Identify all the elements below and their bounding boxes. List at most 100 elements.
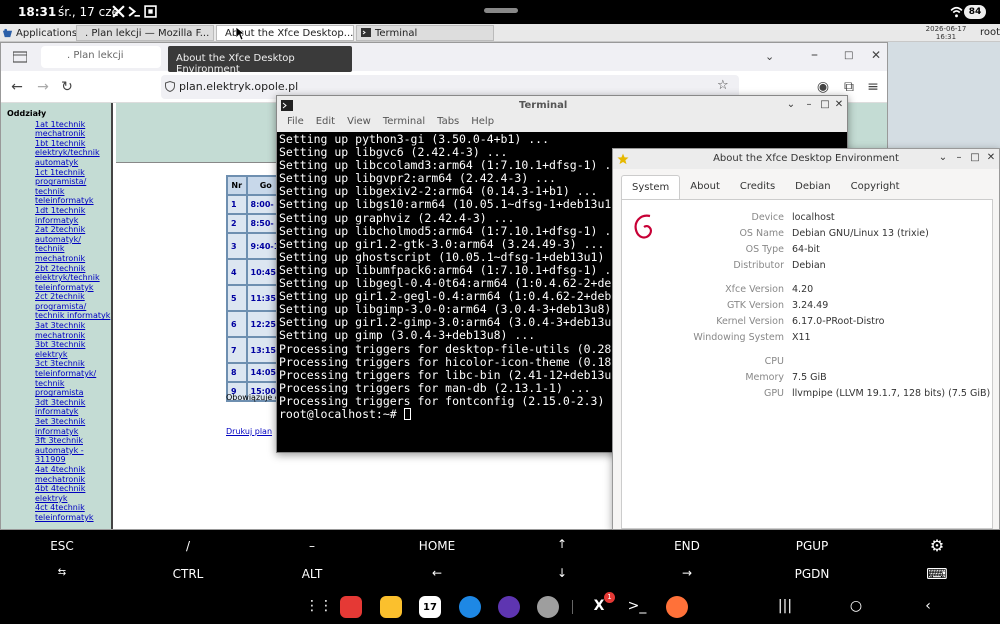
class-link[interactable]: 3dt 3technik informatyk (7, 398, 111, 417)
key-up-icon[interactable]: ↑ (557, 537, 567, 551)
class-link[interactable]: 3et 3technik informatyk (7, 417, 111, 436)
key-slash[interactable]: / (186, 539, 190, 553)
class-link[interactable]: 2bt 2technik elektryk/technik teleinform… (7, 264, 111, 293)
tab-copyright[interactable]: Copyright (841, 175, 910, 199)
back-button-icon[interactable]: ‹ (918, 598, 938, 614)
menu-tabs[interactable]: Tabs (437, 116, 459, 132)
terminal-close-icon[interactable]: ✕ (833, 99, 845, 111)
terminal-cursor (403, 407, 411, 420)
close-icon[interactable]: ✕ (871, 48, 881, 62)
key-alt[interactable]: ALT (302, 567, 323, 581)
key-tab-icon[interactable]: ⇆ (58, 567, 66, 578)
termux-app-icon[interactable]: >_ (627, 598, 647, 614)
tab-about[interactable]: About (680, 175, 730, 199)
about-close-icon[interactable]: ✕ (985, 152, 997, 164)
class-link[interactable]: 1bt 1technik elektryk/technik automatyk (7, 139, 111, 168)
back-icon[interactable]: ← (7, 77, 27, 97)
applications-label: Applications (16, 27, 78, 39)
messages-app-icon[interactable] (459, 596, 481, 618)
tab-overflow-icon[interactable]: ⌄ (765, 50, 774, 63)
key-left-icon[interactable]: ← (432, 566, 442, 580)
menu-terminal[interactable]: Terminal (383, 116, 425, 132)
class-link[interactable]: 1ct 1technik programista/ technik telein… (7, 168, 111, 206)
key-end[interactable]: END (674, 539, 700, 553)
task-firefox[interactable]: . Plan lekcji — Mozilla F... (76, 25, 214, 41)
class-link[interactable]: 4bt 4technik elektryk (7, 484, 111, 503)
print-plan-link[interactable]: Drukuj plan (226, 427, 272, 436)
tab-debian[interactable]: Debian (785, 175, 840, 199)
home-button-icon[interactable]: ○ (846, 598, 866, 614)
browser-app-icon[interactable] (498, 596, 520, 618)
menu-icon[interactable]: ≡ (863, 77, 883, 97)
task-label: . Plan lekcji — Mozilla F... (85, 27, 210, 39)
forward-icon[interactable]: → (33, 77, 53, 97)
files-app-icon[interactable] (380, 596, 402, 618)
key-home[interactable]: HOME (419, 539, 455, 553)
class-link[interactable]: 2ct 2technik programista/ technik inform… (7, 292, 111, 321)
tab-list-icon[interactable] (13, 51, 27, 63)
notes-app-icon[interactable] (340, 596, 362, 618)
class-link[interactable]: 1dt 1technik informatyk (7, 206, 111, 225)
class-link[interactable]: 3ft 3technik automatyk - 311909 (7, 436, 111, 465)
about-xfce-dialog: About the Xfce Desktop Environment ⌄ – □… (612, 148, 1000, 530)
about-titlebar[interactable]: About the Xfce Desktop Environment ⌄ – □… (613, 149, 999, 169)
class-link[interactable]: 3at 3technik mechatronik (7, 321, 111, 340)
applications-menu[interactable]: Applications (2, 25, 77, 41)
tab-system[interactable]: System (621, 175, 681, 199)
class-link[interactable]: 3ct 3technik teleinformatyk/ technik pro… (7, 359, 111, 397)
terminal-maximize-icon[interactable]: □ (819, 99, 831, 111)
terminal-output[interactable]: Setting up python3-gi (3.50.0-4+b1) ... S… (279, 133, 613, 451)
app-drawer-icon[interactable]: ⋮⋮ (305, 598, 333, 614)
site-info-icon[interactable] (165, 81, 175, 92)
task-label: Terminal (375, 27, 418, 39)
keyboard-icon[interactable]: ⌨ (926, 565, 948, 583)
camera-app-icon[interactable] (537, 596, 559, 618)
calendar-app-icon[interactable]: 17 (419, 596, 441, 618)
about-maximize-icon[interactable]: □ (969, 152, 981, 164)
terminal-minimize-icon[interactable]: – (803, 99, 815, 111)
reload-icon[interactable]: ↻ (57, 77, 77, 97)
menu-help[interactable]: Help (471, 116, 494, 132)
info-key: Memory (745, 372, 784, 383)
firefox-app-icon[interactable] (666, 596, 688, 618)
about-shade-icon[interactable]: ⌄ (937, 152, 949, 164)
task-terminal[interactable]: Terminal (356, 25, 494, 41)
terminal-titlebar[interactable]: Terminal ⌄ – □ ✕ (277, 96, 847, 116)
class-link[interactable]: 4ct 4technik teleinformatyk (7, 503, 111, 522)
key-ctrl[interactable]: CTRL (173, 567, 204, 581)
key-pgdn[interactable]: PGDN (795, 567, 830, 581)
terminal-menubar: File Edit View Terminal Tabs Help (277, 116, 847, 132)
panel-user[interactable]: root (980, 27, 1000, 38)
info-key: Xfce Version (725, 284, 784, 295)
minimize-icon[interactable]: – (811, 47, 818, 63)
panel-clock[interactable]: 2026-06-17 16:31 (920, 24, 972, 42)
menu-view[interactable]: View (347, 116, 371, 132)
key-dash[interactable]: – (309, 539, 315, 553)
maximize-icon[interactable]: □ (844, 50, 853, 61)
class-link[interactable]: 2at 2technik automatyk/ technik mechatro… (7, 225, 111, 263)
class-link[interactable]: 4at 4technik mechatronik (7, 465, 111, 484)
key-esc[interactable]: ESC (50, 539, 74, 553)
terminal-shade-icon[interactable]: ⌄ (785, 99, 797, 111)
terminal-line: Setting up libcholmod5:arm64 (1:7.10.1+d… (279, 223, 612, 238)
firefox-tab[interactable]: . Plan lekcji (41, 46, 161, 68)
account-icon[interactable]: ◉ (813, 77, 833, 97)
extensions-icon[interactable]: ⧉ (839, 77, 859, 97)
valid-from-text: Obowiązuje o (226, 393, 280, 402)
extra-keys-bar: ESC / – HOME ↑ END PGUP ⚙ ⇆ CTRL ALT ← ↓… (0, 530, 1000, 588)
key-right-icon[interactable]: → (682, 566, 692, 580)
class-link[interactable]: 3bt 3technik elektryk (7, 340, 111, 359)
key-down-icon[interactable]: ↓ (557, 566, 567, 580)
cell-nr: 4 (226, 258, 248, 286)
recent-apps-icon[interactable]: ||| (775, 598, 795, 614)
bookmark-star-icon[interactable]: ☆ (717, 78, 729, 93)
key-pgup[interactable]: PGUP (796, 539, 829, 553)
url-text: plan.elektryk.opole.pl (179, 80, 299, 93)
class-link[interactable]: 1at 1technik mechatronik (7, 120, 111, 139)
menu-file[interactable]: File (287, 116, 304, 132)
menu-edit[interactable]: Edit (316, 116, 335, 132)
tab-credits[interactable]: Credits (730, 175, 785, 199)
settings-gear-icon[interactable]: ⚙ (930, 536, 944, 555)
about-minimize-icon[interactable]: – (953, 152, 965, 164)
top-handle[interactable] (484, 8, 518, 13)
